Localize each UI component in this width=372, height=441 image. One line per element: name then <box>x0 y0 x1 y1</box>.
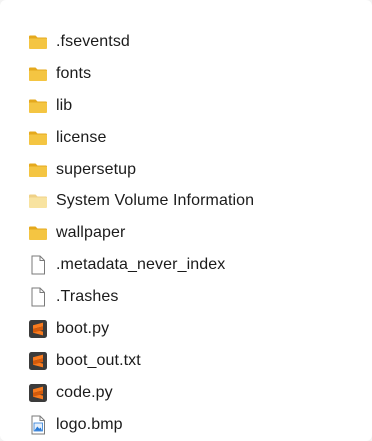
file-name: .metadata_never_index <box>56 256 226 274</box>
file-name: fonts <box>56 64 92 82</box>
file-row-fonts[interactable]: fonts <box>27 58 357 90</box>
sublime-text-icon <box>27 350 49 372</box>
file-name: System Volume Information <box>56 192 255 210</box>
file-row-logo-bmp[interactable]: logo.bmp <box>27 409 357 441</box>
file-name: license <box>56 128 107 146</box>
file-name: code.py <box>56 383 113 401</box>
file-name: .fseventsd <box>56 32 130 50</box>
file-row-wallpaper[interactable]: wallpaper <box>27 217 357 249</box>
file-name: supersetup <box>56 160 137 178</box>
file-row-fseventsd[interactable]: .fseventsd <box>27 26 357 58</box>
sublime-text-icon <box>27 382 49 404</box>
file-name: wallpaper <box>56 224 126 242</box>
file-row-supersetup[interactable]: supersetup <box>27 154 357 186</box>
file-row-lib[interactable]: lib <box>27 90 357 122</box>
file-name: .Trashes <box>56 288 119 306</box>
bitmap-image-icon <box>27 414 49 436</box>
file-row-license[interactable]: license <box>27 122 357 154</box>
file-row-boot-py[interactable]: boot.py <box>27 313 357 345</box>
file-row-trashes[interactable]: .Trashes <box>27 281 357 313</box>
folder-icon <box>27 63 49 85</box>
file-row-metadata-never-index[interactable]: .metadata_never_index <box>27 249 357 281</box>
file-name: boot_out.txt <box>56 351 141 369</box>
file-row-system-volume-information[interactable]: System Volume Information <box>27 185 357 217</box>
blank-file-icon <box>27 254 49 276</box>
folder-hidden-icon <box>27 190 49 212</box>
file-list: .fseventsd fonts lib license supersetup … <box>27 26 357 441</box>
sublime-text-icon <box>27 318 49 340</box>
file-name: logo.bmp <box>56 415 123 433</box>
file-name: boot.py <box>56 319 110 337</box>
folder-icon <box>27 31 49 53</box>
file-row-code-py[interactable]: code.py <box>27 377 357 409</box>
folder-icon <box>27 159 49 181</box>
folder-icon <box>27 95 49 117</box>
folder-icon <box>27 222 49 244</box>
file-row-boot-out-txt[interactable]: boot_out.txt <box>27 345 357 377</box>
file-explorer-panel: .fseventsd fonts lib license supersetup … <box>0 0 372 441</box>
file-name: lib <box>56 96 73 114</box>
folder-icon <box>27 127 49 149</box>
blank-file-icon <box>27 286 49 308</box>
